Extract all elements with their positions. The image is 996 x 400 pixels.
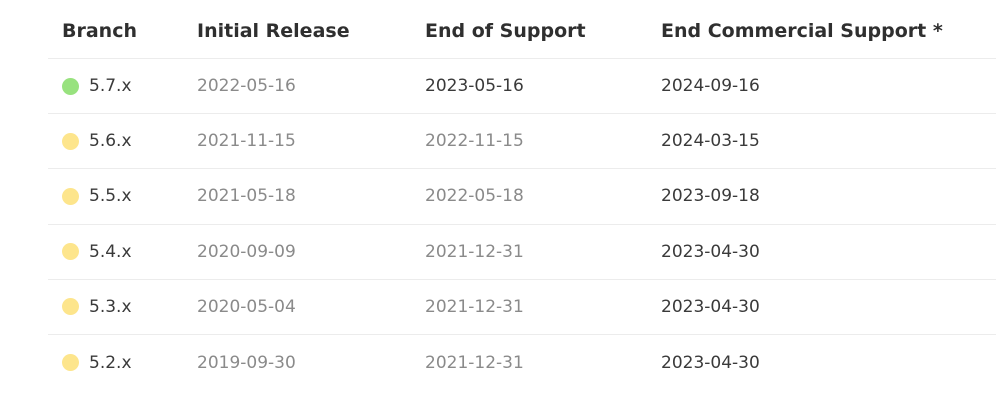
table-row: 5.2.x 2019-09-30 2021-12-31 2023-04-30 — [48, 335, 996, 390]
initial-release-date: 2020-09-09 — [197, 241, 296, 262]
initial-release-date: 2021-05-18 — [197, 186, 296, 207]
end-of-support-date: 2023-05-16 — [425, 76, 524, 97]
status-dot-icon — [62, 354, 79, 372]
initial-release-date: 2020-05-04 — [197, 296, 296, 317]
status-dot-icon — [62, 243, 79, 261]
status-dot-icon — [62, 77, 79, 95]
branch-cell: 5.7.x — [62, 76, 132, 96]
initial-release-date: 2022-05-16 — [197, 76, 296, 97]
table-row: 5.7.x 2022-05-16 2023-05-16 2024-09-16 — [48, 59, 996, 115]
header-end-commercial-support: End Commercial Support * — [661, 20, 943, 42]
end-commercial-support-date: 2023-04-30 — [661, 352, 760, 373]
support-table: Branch Initial Release End of Support En… — [48, 4, 996, 390]
branch-cell: 5.5.x — [62, 186, 132, 206]
branch-cell: 5.3.x — [62, 297, 132, 317]
table-header: Branch Initial Release End of Support En… — [48, 4, 996, 59]
end-of-support-date: 2021-12-31 — [425, 241, 524, 262]
end-commercial-support-date: 2023-04-30 — [661, 296, 760, 317]
status-dot-icon — [62, 132, 79, 150]
branch-cell: 5.6.x — [62, 131, 132, 151]
branch-name: 5.3.x — [89, 296, 132, 317]
end-commercial-support-date: 2024-09-16 — [661, 76, 760, 97]
table-row: 5.5.x 2021-05-18 2022-05-18 2023-09-18 — [48, 169, 996, 225]
branch-cell: 5.2.x — [62, 353, 132, 373]
branch-name: 5.6.x — [89, 131, 132, 152]
end-of-support-date: 2022-05-18 — [425, 186, 524, 207]
end-commercial-support-date: 2024-03-15 — [661, 131, 760, 152]
header-initial-release: Initial Release — [197, 20, 350, 42]
branch-cell: 5.4.x — [62, 242, 132, 262]
end-of-support-date: 2021-12-31 — [425, 296, 524, 317]
branch-name: 5.7.x — [89, 76, 132, 97]
branch-name: 5.2.x — [89, 352, 132, 373]
status-dot-icon — [62, 187, 79, 205]
table-row: 5.6.x 2021-11-15 2022-11-15 2024-03-15 — [48, 114, 996, 170]
end-of-support-date: 2022-11-15 — [425, 131, 524, 152]
branch-name: 5.4.x — [89, 241, 132, 262]
header-branch: Branch — [62, 20, 137, 42]
initial-release-date: 2021-11-15 — [197, 131, 296, 152]
end-commercial-support-date: 2023-09-18 — [661, 186, 760, 207]
end-commercial-support-date: 2023-04-30 — [661, 241, 760, 262]
branch-name: 5.5.x — [89, 186, 132, 207]
table-row: 5.3.x 2020-05-04 2021-12-31 2023-04-30 — [48, 280, 996, 335]
status-dot-icon — [62, 298, 79, 316]
table-row: 5.4.x 2020-09-09 2021-12-31 2023-04-30 — [48, 225, 996, 280]
end-of-support-date: 2021-12-31 — [425, 352, 524, 373]
initial-release-date: 2019-09-30 — [197, 352, 296, 373]
header-end-of-support: End of Support — [425, 20, 586, 42]
